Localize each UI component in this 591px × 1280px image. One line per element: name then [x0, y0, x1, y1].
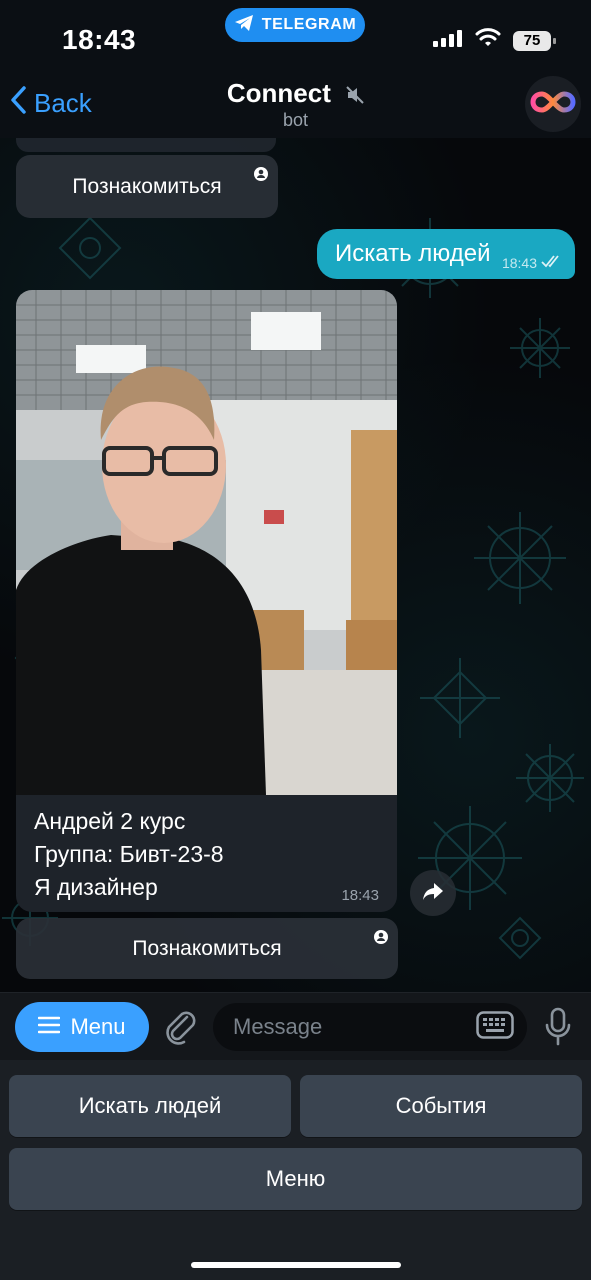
caption-line-role: Я дизайнер: [34, 874, 158, 900]
hamburger-icon: [38, 1014, 61, 1040]
chat-title: Connect: [226, 78, 331, 108]
profile-message[interactable]: Андрей 2 курс Группа: Бивт-23-8 Я дизайн…: [16, 290, 397, 912]
status-bar: 18:43 TELEGRAM 75: [0, 0, 591, 62]
message-composer: Menu: [0, 992, 591, 1061]
profile-photo[interactable]: [16, 290, 397, 795]
reply-keyboard: Искать людей События Меню: [0, 1060, 591, 1280]
person-icon: [254, 163, 268, 187]
outgoing-message-time: 18:43: [501, 254, 537, 271]
paperclip-icon[interactable]: [162, 1007, 198, 1050]
outgoing-message-meta: 18:43: [502, 254, 563, 271]
infinity-logo-icon: [530, 89, 576, 120]
chat-header: Back Connect bot: [0, 62, 591, 138]
microphone-icon[interactable]: [543, 1007, 573, 1052]
meet-inline-button-top[interactable]: Познакомиться: [16, 155, 278, 218]
outgoing-message[interactable]: Искать людей 18:43: [317, 229, 575, 279]
chat-subtitle: bot: [282, 110, 309, 130]
chat-title-block[interactable]: Connect: [0, 78, 591, 111]
person-icon: [374, 926, 388, 950]
share-arrow-icon: [422, 881, 444, 906]
share-button[interactable]: [410, 870, 456, 916]
caption-line-name: Андрей 2 курс: [34, 808, 186, 834]
bot-menu-button[interactable]: Menu: [15, 1002, 149, 1052]
keyboard-button-events[interactable]: События: [300, 1075, 582, 1137]
caption-line-group: Группа: Бивт-23-8: [34, 841, 224, 867]
double-check-icon: [541, 254, 563, 271]
keyboard-icon[interactable]: [476, 1011, 514, 1044]
mute-icon: [346, 80, 364, 111]
meet-inline-button-label: Познакомиться: [72, 174, 222, 198]
previous-message-stub: [16, 138, 276, 152]
bot-avatar[interactable]: [525, 76, 581, 132]
outgoing-message-text: Искать людей: [335, 240, 491, 267]
meet-inline-button[interactable]: Познакомиться: [16, 918, 398, 979]
keyboard-button-search-people[interactable]: Искать людей: [9, 1075, 291, 1137]
wifi-icon: [475, 28, 501, 53]
profile-message-time: 18:43: [341, 887, 379, 904]
meet-inline-button-label-2: Познакомиться: [132, 936, 282, 960]
telegram-plane-icon: [234, 14, 254, 37]
home-indicator: [191, 1262, 401, 1268]
signal-icon: [433, 29, 463, 52]
status-time: 18:43: [62, 24, 137, 55]
menu-button-label: Menu: [70, 1014, 126, 1039]
status-indicators: 75: [433, 28, 556, 53]
telegram-pill-label: TELEGRAM: [261, 16, 357, 33]
telegram-pill[interactable]: TELEGRAM: [225, 8, 365, 42]
keyboard-button-menu[interactable]: Меню: [9, 1148, 582, 1210]
profile-caption: Андрей 2 курс Группа: Бивт-23-8 Я дизайн…: [34, 805, 224, 904]
battery-indicator: 75: [513, 30, 556, 51]
